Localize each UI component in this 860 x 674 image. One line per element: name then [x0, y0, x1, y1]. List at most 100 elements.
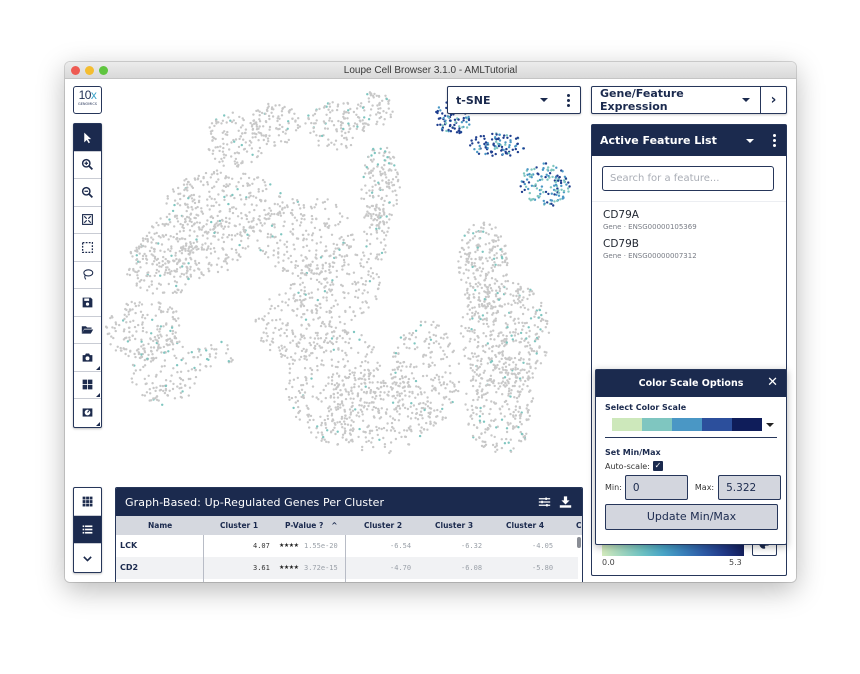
screenshot-tool[interactable] — [74, 344, 101, 372]
cell-point — [471, 408, 474, 412]
cell-point — [260, 151, 263, 155]
cell-point — [377, 283, 381, 287]
table-row[interactable]: CD2 3.61 ★★★★ 3.72e-15 -4.70 -6.08 -5.80 — [116, 557, 578, 579]
minimize-window-button[interactable] — [85, 66, 94, 75]
cell-point — [298, 341, 301, 345]
caret-down-icon[interactable] — [746, 138, 754, 143]
lasso-select-tool[interactable] — [74, 262, 101, 289]
projection-dropdown[interactable]: t-SNE — [447, 86, 581, 114]
collapse-button[interactable] — [74, 544, 101, 572]
cell-point — [324, 384, 328, 387]
grid-view-button[interactable] — [74, 488, 101, 516]
list-view-button[interactable] — [74, 516, 101, 544]
cell-point — [483, 290, 486, 293]
cell-point — [289, 341, 292, 344]
column-header-cluster-5[interactable]: C — [576, 516, 582, 535]
column-header-cluster-4[interactable]: Cluster 4 — [506, 516, 544, 535]
more-options-icon[interactable] — [566, 93, 570, 107]
cell-point — [266, 236, 269, 239]
sort-ascending-icon[interactable]: ^ — [331, 521, 337, 530]
min-input[interactable] — [624, 475, 688, 500]
cell-point — [350, 405, 353, 409]
feature-panel-header[interactable]: Active Feature List — [592, 125, 786, 156]
column-header-pvalue[interactable]: P-Value ? ^ — [285, 516, 338, 535]
feature-list-item[interactable]: CD79A Gene · ENSG00000105369 — [592, 202, 786, 231]
cell-point — [494, 226, 497, 229]
cell-point — [308, 296, 312, 299]
select-pointer-tool[interactable] — [74, 124, 101, 152]
cell-point — [379, 397, 383, 401]
fit-to-view-tool[interactable] — [74, 207, 101, 234]
open-tool[interactable] — [74, 317, 101, 344]
cell-point — [111, 326, 114, 329]
cell-point — [205, 256, 208, 259]
cell-point — [305, 244, 309, 247]
color-scale-dropdown[interactable] — [605, 418, 777, 438]
category-dropdown[interactable]: Gene/Feature Expression › — [591, 86, 787, 114]
rectangle-select-tool[interactable] — [74, 234, 101, 262]
point-style-tool[interactable] — [74, 399, 101, 427]
sliders-icon[interactable] — [538, 496, 551, 508]
cell-point — [497, 236, 500, 239]
max-input[interactable] — [718, 475, 782, 500]
column-header-name[interactable]: Name — [148, 516, 172, 535]
cell-point — [372, 219, 375, 222]
cell-point — [232, 206, 235, 209]
cell-point — [132, 372, 136, 375]
cell-point — [350, 318, 353, 322]
feature-search-input[interactable] — [602, 166, 774, 191]
cell-point — [328, 117, 332, 120]
maximize-window-button[interactable] — [99, 66, 108, 75]
column-header-cluster-1[interactable]: Cluster 1 — [220, 516, 258, 535]
cell-point — [233, 140, 236, 143]
cell-point — [558, 175, 561, 179]
cell-point — [308, 426, 311, 429]
cell-point — [367, 424, 370, 427]
cell-point — [258, 247, 261, 250]
app-window: Loupe Cell Browser 3.1.0 - AMLTutorial 1… — [65, 62, 796, 582]
save-tool[interactable] — [74, 289, 101, 317]
cell-point — [262, 134, 265, 137]
table-row[interactable]: LTB — [116, 579, 578, 582]
tsne-plot[interactable] — [104, 85, 590, 477]
cell-point — [387, 390, 390, 393]
cell-point — [342, 358, 345, 361]
table-row[interactable]: LCK 4.07 ★★★★ 1.55e-20 -6.54 -6.32 -4.05 — [116, 535, 578, 557]
column-header-cluster-3[interactable]: Cluster 3 — [435, 516, 473, 535]
cell-point — [278, 195, 282, 199]
vertical-scrollbar[interactable] — [577, 537, 581, 548]
cell-point — [154, 389, 157, 393]
cell-point — [148, 285, 151, 288]
cell-point — [378, 102, 381, 106]
close-window-button[interactable] — [71, 66, 80, 75]
zoom-in-tool[interactable] — [74, 152, 101, 179]
download-icon[interactable] — [559, 496, 572, 508]
cell-point — [283, 268, 286, 271]
cell-point — [382, 123, 385, 126]
feature-list-item[interactable]: CD79B Gene · ENSG00000007312 — [592, 231, 786, 260]
title-bar[interactable]: Loupe Cell Browser 3.1.0 - AMLTutorial — [65, 62, 796, 79]
cell-point — [293, 248, 296, 251]
cell-point — [332, 393, 336, 396]
more-options-icon[interactable] — [772, 134, 776, 147]
cell-point — [187, 377, 190, 381]
cell-point — [436, 109, 439, 113]
autoscale-checkbox[interactable]: ✓ — [652, 461, 663, 471]
cell-point — [492, 323, 495, 326]
update-minmax-button[interactable]: Update Min/Max — [605, 504, 778, 530]
cell-point — [213, 124, 216, 128]
help-icon[interactable]: ? — [319, 521, 323, 530]
cell-point — [392, 394, 395, 398]
cell-point — [510, 357, 513, 360]
layout-tool[interactable] — [74, 372, 101, 399]
chevron-right-icon[interactable]: › — [760, 87, 786, 113]
cell-point — [380, 385, 383, 389]
cell-point — [172, 259, 175, 262]
cell-point — [336, 365, 339, 369]
cell-point — [291, 329, 294, 332]
close-icon[interactable]: ✕ — [767, 370, 778, 396]
zoom-out-tool[interactable] — [74, 179, 101, 207]
column-header-cluster-2[interactable]: Cluster 2 — [364, 516, 402, 535]
cell-point — [308, 249, 311, 252]
tsne-scatter[interactable] — [104, 85, 590, 477]
